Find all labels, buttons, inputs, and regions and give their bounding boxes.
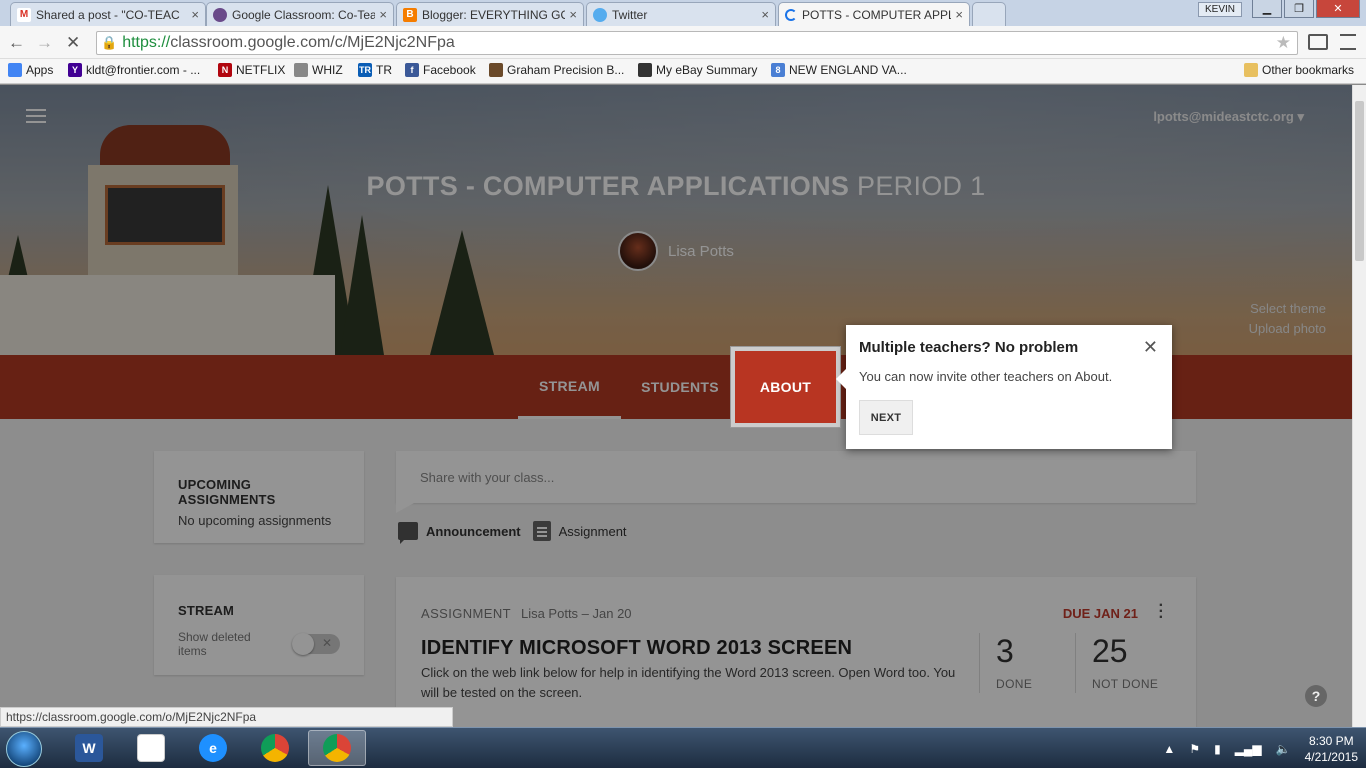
apps-grid-icon xyxy=(137,734,165,762)
google-icon: 8 xyxy=(771,63,785,77)
word-icon: W xyxy=(75,734,103,762)
page-content: lpotts@mideastctc.org ▾ POTTS - COMPUTER… xyxy=(0,85,1352,727)
close-window-button[interactable]: ✕ xyxy=(1316,0,1360,18)
bookmark-ebay[interactable]: My eBay Summary xyxy=(638,63,757,77)
gmail-icon: M xyxy=(17,7,31,22)
scrollbar[interactable] xyxy=(1352,85,1366,727)
classroom-icon xyxy=(213,7,227,22)
window-controls: ▁ ❐ ✕ xyxy=(1252,0,1360,18)
browser-tab-blogger[interactable]: B Blogger: EVERYTHING GO × xyxy=(396,2,584,26)
facebook-icon: f xyxy=(405,63,419,77)
menu-icon[interactable] xyxy=(1340,34,1356,50)
lock-icon: 🔒 xyxy=(101,35,118,50)
tab-close-icon[interactable]: × xyxy=(379,7,387,22)
power-icon[interactable]: ▮ xyxy=(1214,742,1221,756)
bookmark-netflix[interactable]: N NETFLIX xyxy=(218,63,285,77)
windows-taskbar: W e ▲ ⚑ ▮ ▂▄▆ 🔈 8:30 PM 4/21/2015 xyxy=(0,727,1366,768)
browser-tab-twitter[interactable]: Twitter × xyxy=(586,2,776,26)
new-tab-button[interactable] xyxy=(972,2,1006,26)
chrome-icon xyxy=(261,734,289,762)
taskbar-word[interactable]: W xyxy=(60,730,118,766)
taskbar-chrome-profile[interactable] xyxy=(308,730,366,766)
bookmark-apps[interactable]: Apps xyxy=(8,63,53,77)
yahoo-icon: Y xyxy=(68,63,82,77)
apps-grid-icon xyxy=(8,63,22,77)
help-icon[interactable]: ? xyxy=(1305,685,1327,707)
bookmark-facebook[interactable]: f Facebook xyxy=(405,63,476,77)
network-icon[interactable]: ▂▄▆ xyxy=(1235,742,1262,756)
browser-tab-active[interactable]: POTTS - COMPUTER APPL × xyxy=(778,2,970,26)
chrome-icon xyxy=(323,734,351,762)
volume-icon[interactable]: 🔈 xyxy=(1276,742,1291,756)
twitter-icon xyxy=(593,7,607,22)
status-bar: https://classroom.google.com/o/MjE2Njc2N… xyxy=(0,707,453,727)
next-button[interactable]: NEXT xyxy=(859,400,913,435)
tab-about[interactable]: ABOUT xyxy=(731,347,840,427)
stop-loading-icon[interactable]: ✕ xyxy=(66,33,80,53)
tab-close-icon[interactable]: × xyxy=(761,7,769,22)
folder-icon xyxy=(1244,63,1258,77)
scrollbar-thumb[interactable] xyxy=(1355,101,1364,261)
close-icon[interactable]: ✕ xyxy=(1143,337,1158,358)
address-bar[interactable]: 🔒 https://classroom.google.com/c/MjE2Njc… xyxy=(96,31,1298,55)
maximize-button[interactable]: ❐ xyxy=(1284,0,1314,18)
hammer-icon xyxy=(489,63,503,77)
bookmark-new-england[interactable]: 8 NEW ENGLAND VA... xyxy=(771,63,907,77)
taskbar-apps[interactable] xyxy=(122,730,180,766)
blogger-icon: B xyxy=(403,7,417,22)
bookmark-yahoo[interactable]: Ykldt@frontier.com - ... xyxy=(68,63,200,77)
flag-icon[interactable]: ⚑ xyxy=(1189,742,1200,756)
bookmark-whiz[interactable]: WHIZ xyxy=(294,63,343,77)
other-bookmarks[interactable]: Other bookmarks xyxy=(1244,63,1354,77)
popup-title: Multiple teachers? No problem xyxy=(859,339,1079,356)
ebay-icon xyxy=(638,63,652,77)
bookmarks-bar: Apps Ykldt@frontier.com - ... N NETFLIX W… xyxy=(0,59,1366,84)
browser-tab-classroom[interactable]: Google Classroom: Co-Tea × xyxy=(206,2,394,26)
tr-icon: TR xyxy=(358,63,372,77)
netflix-icon: N xyxy=(218,63,232,77)
nbc-peacock-icon xyxy=(294,63,308,77)
tab-close-icon[interactable]: × xyxy=(569,7,577,22)
bookmark-star-icon[interactable]: ★ xyxy=(1276,33,1291,53)
bookmark-tr[interactable]: TR TR xyxy=(358,63,392,77)
cast-icon[interactable] xyxy=(1308,34,1328,50)
browser-tab-gmail[interactable]: M Shared a post - "CO-TEAC × xyxy=(10,2,206,26)
start-button[interactable] xyxy=(6,731,42,767)
clock[interactable]: 8:30 PM 4/21/2015 xyxy=(1305,733,1358,765)
feature-tip-popup: Multiple teachers? No problem ✕ You can … xyxy=(836,325,1172,449)
internet-explorer-icon: e xyxy=(199,734,227,762)
taskbar-ie[interactable]: e xyxy=(184,730,242,766)
show-hidden-icons[interactable]: ▲ xyxy=(1163,742,1175,756)
system-tray: ▲ ⚑ ▮ ▂▄▆ 🔈 8:30 PM 4/21/2015 xyxy=(1163,728,1358,768)
minimize-button[interactable]: ▁ xyxy=(1252,0,1282,18)
taskbar-chrome[interactable] xyxy=(246,730,304,766)
profile-badge[interactable]: KEVIN xyxy=(1197,2,1242,17)
popup-message: You can now invite other teachers on Abo… xyxy=(859,369,1113,384)
tab-close-icon[interactable]: × xyxy=(191,7,199,22)
tab-close-icon[interactable]: × xyxy=(955,7,963,22)
forward-arrow-icon[interactable]: → xyxy=(36,33,53,53)
back-arrow-icon[interactable]: ← xyxy=(8,33,25,53)
loading-icon xyxy=(785,8,797,21)
bookmark-graham[interactable]: Graham Precision B... xyxy=(489,63,624,77)
browser-tab-strip: M Shared a post - "CO-TEAC × Google Class… xyxy=(0,0,1366,26)
